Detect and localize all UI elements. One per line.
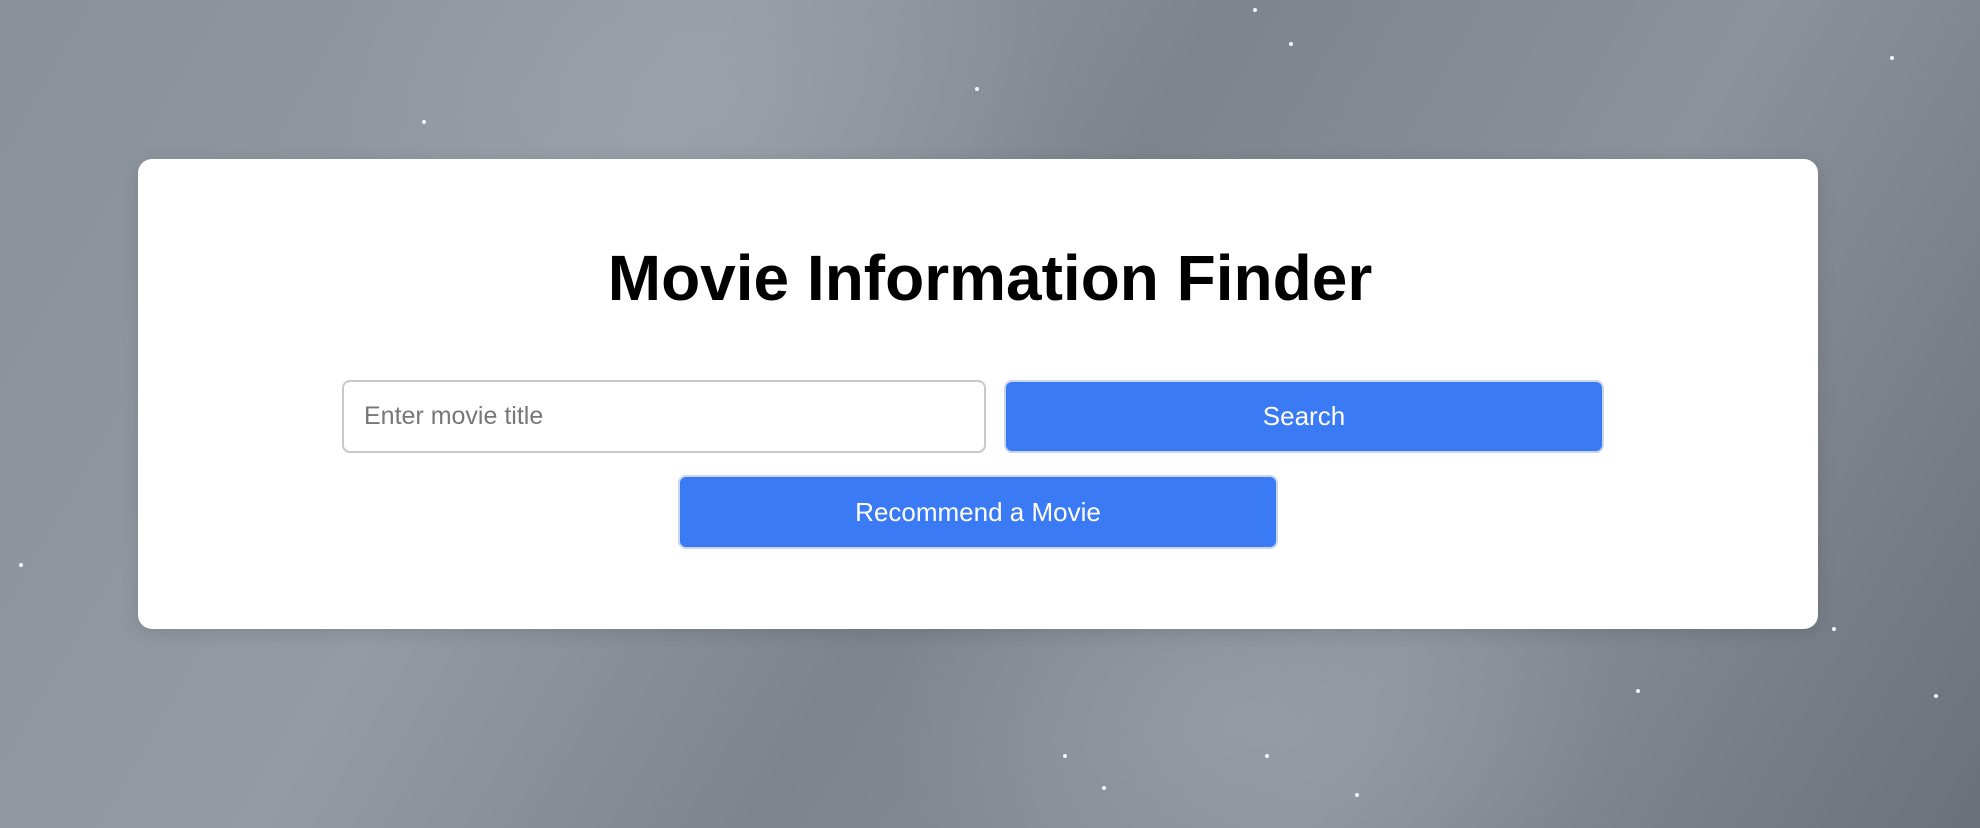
background-star — [19, 563, 23, 567]
background-star — [1063, 754, 1067, 758]
background-star — [1636, 689, 1640, 693]
background-star — [1102, 786, 1106, 790]
background-star — [975, 87, 979, 91]
background-star — [1265, 754, 1269, 758]
background-star — [1934, 694, 1938, 698]
search-button[interactable]: Search — [1004, 380, 1604, 453]
recommend-movie-button[interactable]: Recommend a Movie — [678, 475, 1278, 549]
movie-title-input[interactable] — [342, 380, 986, 453]
background-star — [1253, 8, 1257, 12]
background-star — [1289, 42, 1293, 46]
background-star — [422, 120, 426, 124]
background-star — [1832, 627, 1836, 631]
page-title: Movie Information Finder — [607, 242, 1373, 314]
background-star — [1890, 56, 1894, 60]
background-star — [1355, 793, 1359, 797]
